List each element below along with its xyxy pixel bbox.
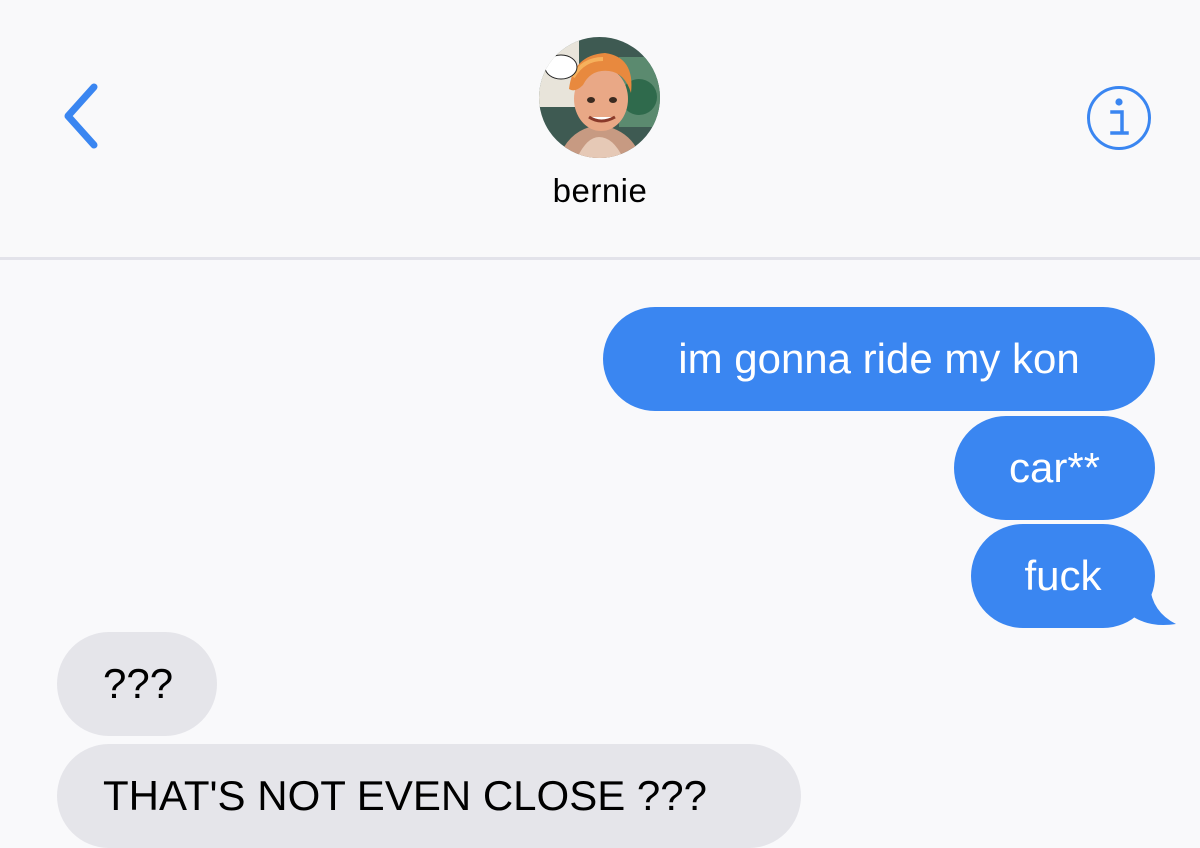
message-text: fuck: [1024, 552, 1102, 599]
contact-name[interactable]: bernie: [400, 172, 800, 210]
info-circle-icon: [1087, 86, 1151, 150]
bubble-tail: [1126, 586, 1176, 625]
message-bubble-outgoing[interactable]: im gonna ride my kon: [603, 307, 1155, 411]
back-button[interactable]: [52, 80, 108, 152]
message-bubble-incoming[interactable]: ???: [57, 632, 217, 736]
message-text: car**: [1008, 444, 1101, 491]
message-text: ???: [103, 660, 174, 707]
message-text: THAT'S NOT EVEN CLOSE ???: [103, 772, 707, 819]
conversation-header: bernie: [0, 0, 1200, 260]
chevron-left-icon: [64, 83, 98, 149]
info-button[interactable]: [1086, 85, 1152, 151]
message-thread: im gonna ride my kon car** fuck ??? THAT…: [0, 260, 1200, 848]
message-bubble-incoming[interactable]: THAT'S NOT EVEN CLOSE ???: [57, 744, 801, 848]
message-bubble-outgoing[interactable]: car**: [954, 416, 1155, 520]
message-text: im gonna ride my kon: [678, 335, 1080, 382]
contact-avatar[interactable]: [539, 37, 660, 158]
avatar-image: [539, 37, 660, 158]
